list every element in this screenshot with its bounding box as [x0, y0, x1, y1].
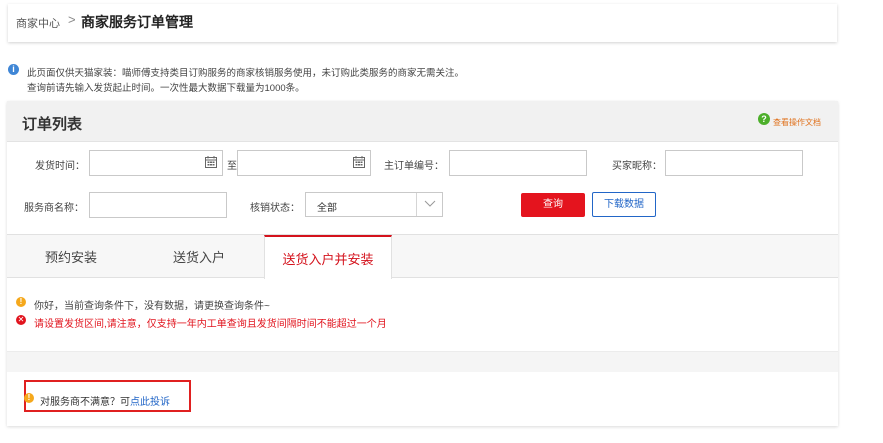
- chevron-down-icon: [424, 200, 436, 207]
- tab-delivery-and-install[interactable]: 送货入户并安装: [264, 235, 392, 279]
- page-title: 商家服务订单管理: [81, 14, 193, 30]
- breadcrumb-home[interactable]: 商家中心: [16, 15, 60, 31]
- calendar-icon[interactable]: [205, 156, 217, 168]
- status-select-value: 全部: [317, 203, 337, 214]
- notice-line-2: 查询前请先输入发货起止时间。一次性最大数据下载量为1000条。: [27, 83, 305, 94]
- divider-band: [7, 351, 838, 372]
- status-select[interactable]: 全部: [305, 192, 443, 217]
- provider-name-label: 服务商名称：: [24, 203, 84, 214]
- ship-time-to-input[interactable]: [237, 150, 371, 176]
- buyer-nickname-input[interactable]: [665, 150, 803, 176]
- no-data-message: 你好，当前查询条件下，没有数据，请更换查询条件~: [34, 301, 270, 312]
- buyer-nickname-label: 买家昵称：: [612, 161, 662, 172]
- complaint-link[interactable]: 点此投诉: [130, 397, 170, 408]
- warning-icon: !: [16, 297, 26, 307]
- ship-time-from-input[interactable]: [89, 150, 223, 176]
- download-data-button[interactable]: 下载数据: [592, 192, 656, 217]
- query-button[interactable]: 查询: [521, 193, 585, 217]
- complaint-text: 对服务商不满意？可点此投诉: [40, 393, 170, 408]
- notice-line-1: 此页面仅供天猫家装：喵师傅支持类目订购服务的商家核销服务使用，未订购此类服务的商…: [27, 68, 465, 79]
- tab-home-delivery[interactable]: 送货入户: [135, 235, 263, 278]
- provider-name-input[interactable]: [89, 192, 227, 218]
- panel-title: 订单列表: [22, 116, 83, 133]
- main-order-input[interactable]: [449, 150, 587, 176]
- to-label: 至: [227, 161, 237, 172]
- question-icon[interactable]: ?: [758, 113, 770, 125]
- panel-header: [7, 101, 838, 142]
- help-doc-link[interactable]: 查看操作文档: [773, 117, 821, 128]
- main-order-label: 主订单编号：: [384, 161, 444, 172]
- error-message: 请设置发货区间,请注意，仅支持一年内工单查询且发货间隔时间不能超过一个月: [34, 319, 387, 330]
- error-icon: ✕: [16, 315, 26, 325]
- info-icon: i: [8, 64, 19, 75]
- ship-time-label: 发货时间：: [35, 161, 85, 172]
- breadcrumb-separator: >: [68, 12, 76, 27]
- complaint-prompt: 对服务商不满意？可: [40, 397, 130, 408]
- warning-icon: !: [24, 393, 34, 403]
- select-divider: [416, 193, 417, 216]
- calendar-icon[interactable]: [353, 156, 365, 168]
- status-label: 核销状态：: [250, 203, 300, 214]
- tab-reservation-install[interactable]: 预约安装: [7, 235, 135, 278]
